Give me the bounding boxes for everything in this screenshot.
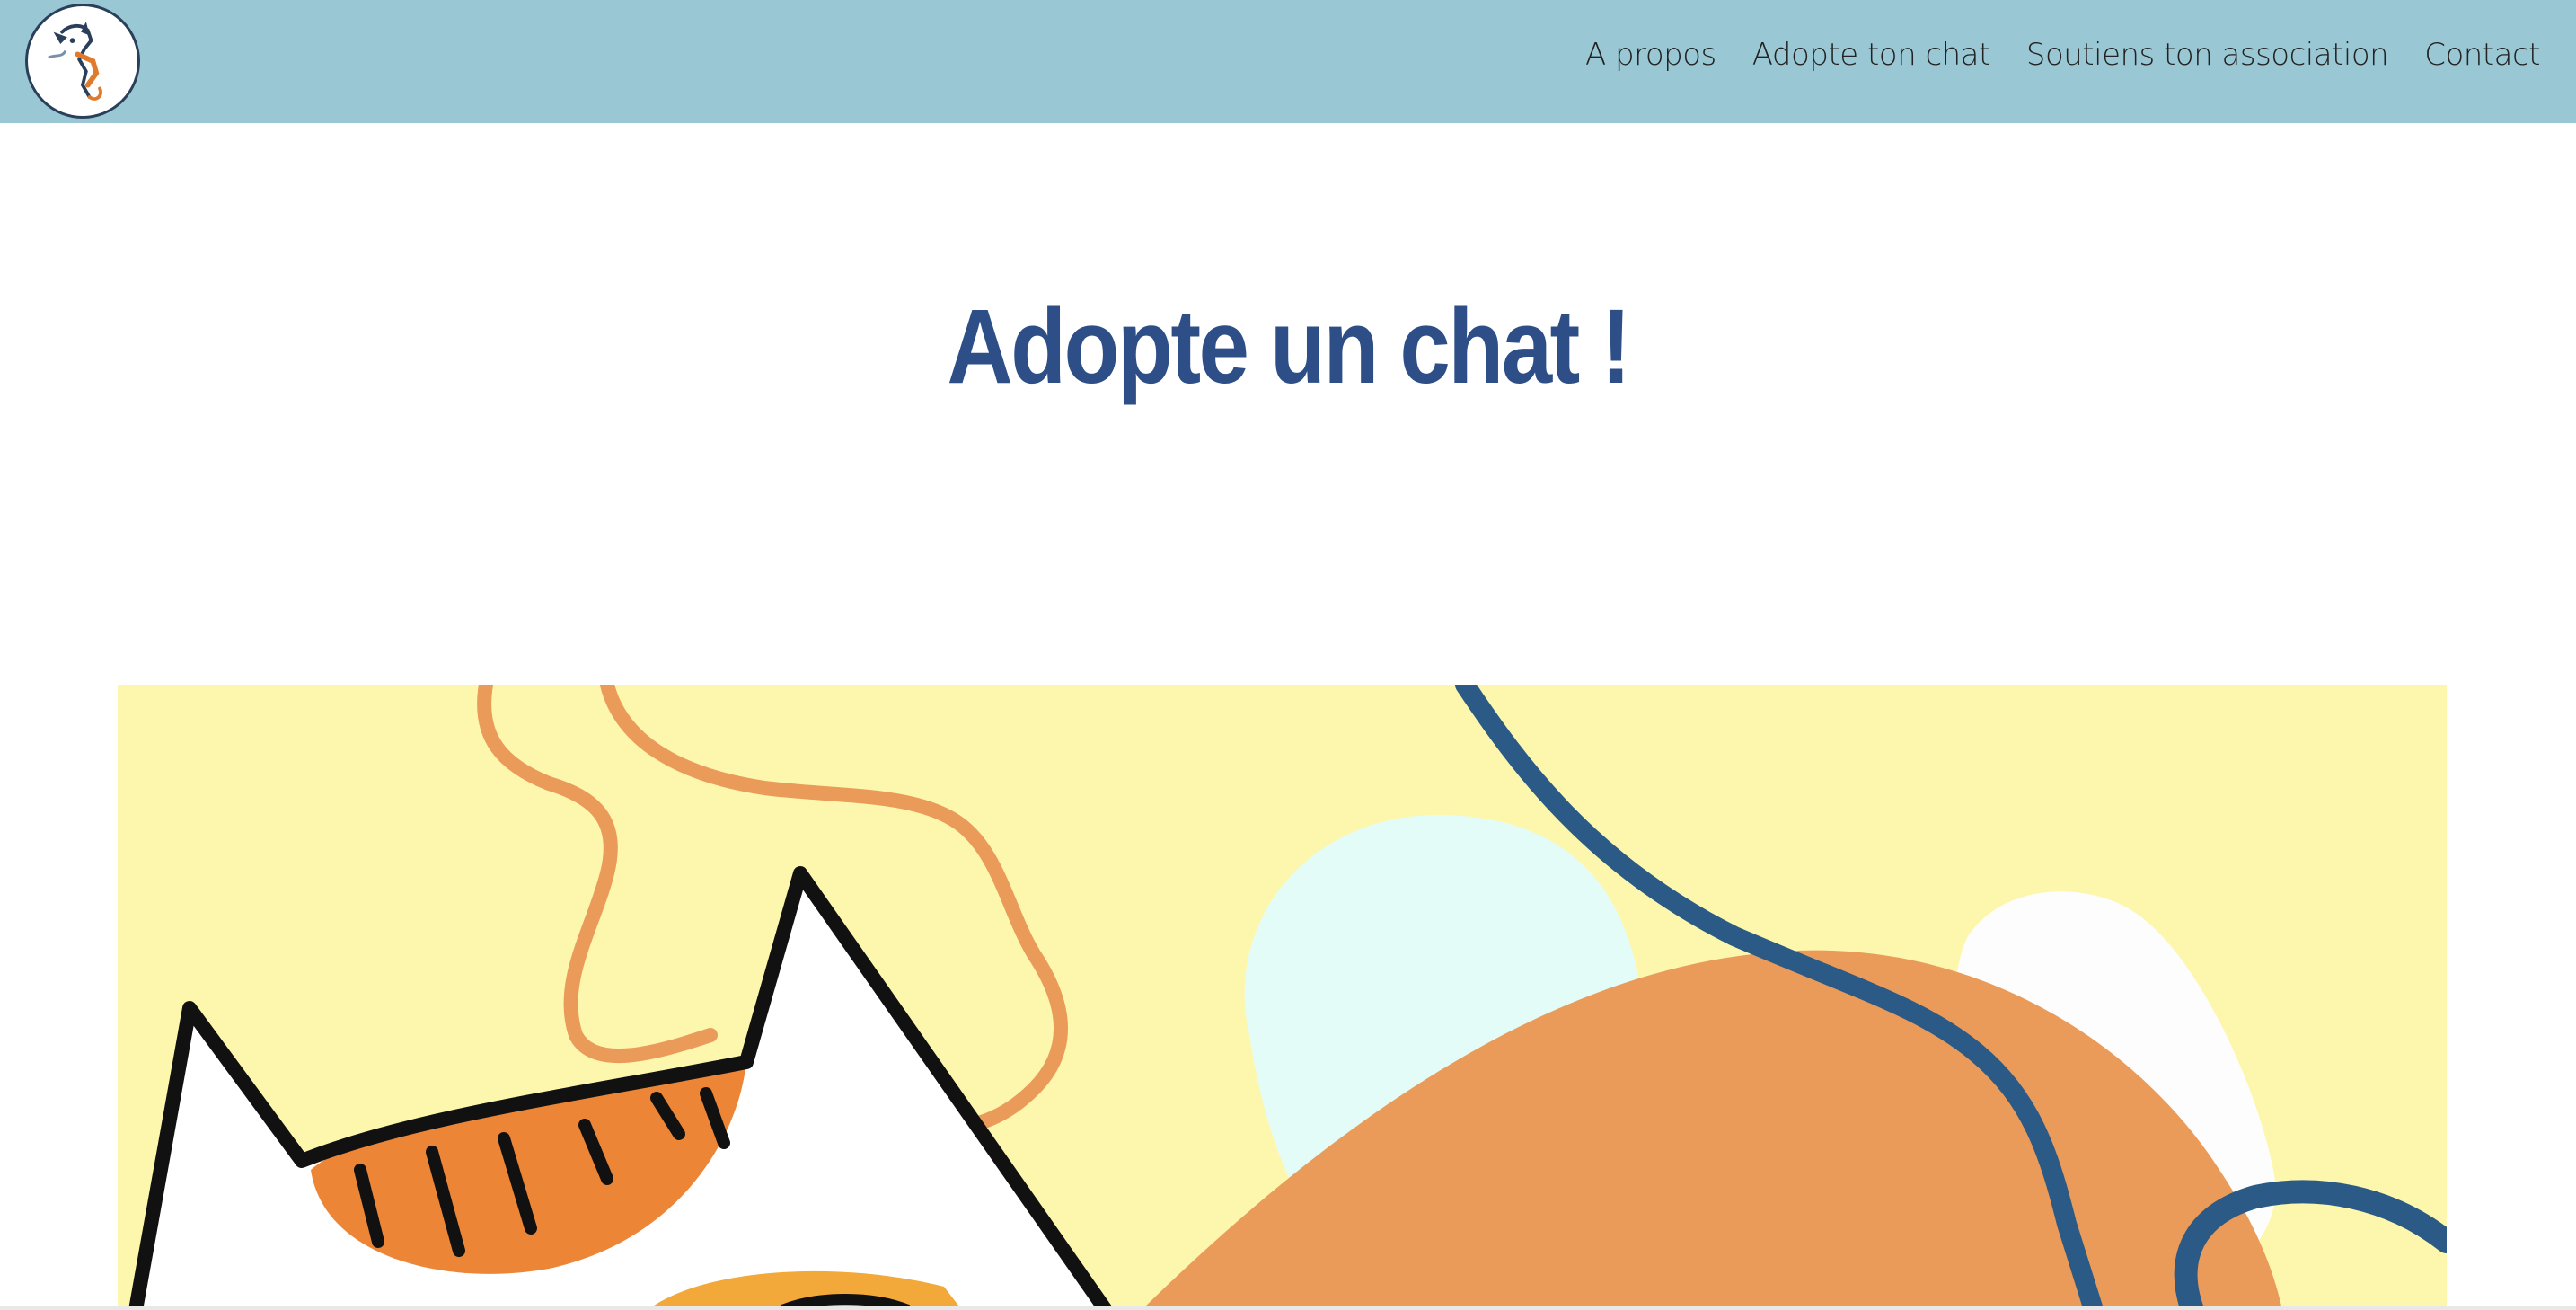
nav-link-soutiens-ton-association[interactable]: Soutiens ton association: [2026, 37, 2389, 73]
page-title: Adopte un chat !: [947, 288, 1631, 406]
nav-link-a-propos[interactable]: A propos: [1585, 37, 1716, 73]
main-nav: A propos Adopte ton chat Soutiens ton as…: [1549, 0, 2541, 110]
hero-illustration: [118, 685, 2447, 1310]
nav-link-contact[interactable]: Contact: [2424, 37, 2540, 73]
nav-link-adopte-ton-chat[interactable]: Adopte ton chat: [1752, 37, 1991, 73]
page-bottom-divider: [0, 1306, 2576, 1310]
cat-illustration: [118, 685, 2447, 1310]
cat-logo-icon[interactable]: [25, 4, 140, 119]
site-header: A propos Adopte ton chat Soutiens ton as…: [0, 0, 2576, 123]
